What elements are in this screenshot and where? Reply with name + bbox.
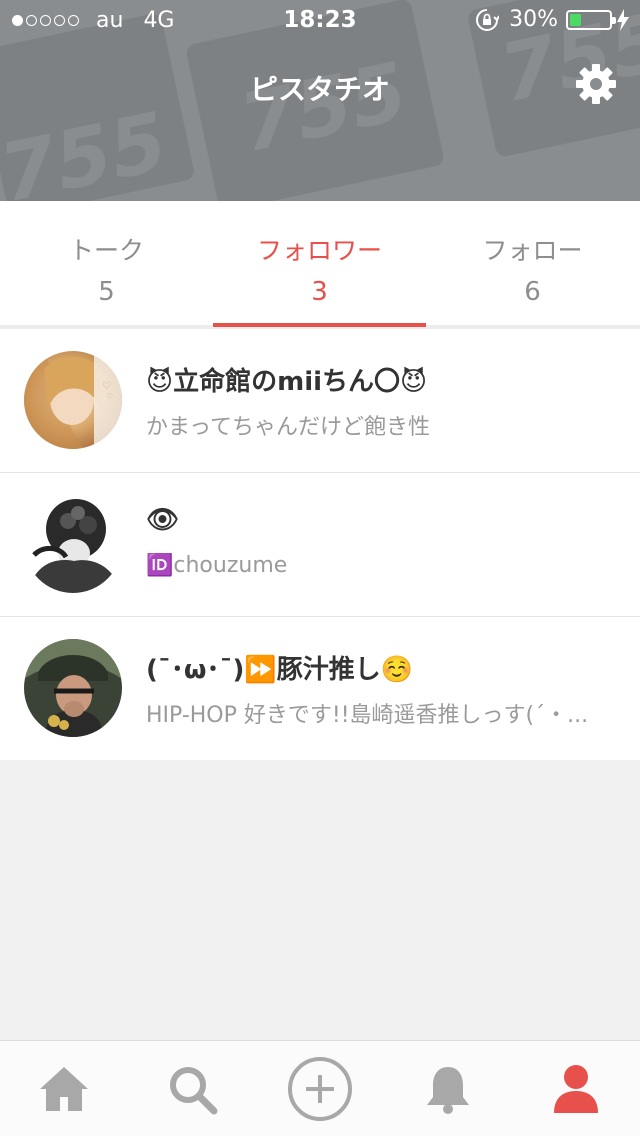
add-circle-icon[interactable] — [286, 1055, 354, 1123]
page-title: ピスタチオ — [249, 73, 390, 106]
list-item[interactable]: 👁 🆔chouzume — [0, 473, 640, 617]
rotation-lock-icon — [476, 8, 500, 31]
bell-icon[interactable] — [420, 1061, 476, 1117]
follower-name: 😈立命館のmiiちん〇😈 — [146, 367, 428, 397]
bottom-nav — [0, 1040, 640, 1136]
avatar[interactable] — [24, 495, 122, 593]
home-icon[interactable] — [36, 1061, 92, 1117]
tab-count: 5 — [98, 277, 115, 307]
follower-bio: HIP-HOP 好きです!!島崎遥香推しっす(´・... — [146, 703, 589, 728]
search-icon[interactable] — [164, 1061, 220, 1117]
active-tab-indicator — [213, 323, 426, 327]
tab-count: 6 — [524, 277, 541, 307]
avatar[interactable] — [24, 639, 122, 737]
svg-text:♡: ♡ — [106, 392, 113, 401]
follower-name: 👁 — [146, 505, 180, 535]
follower-list: ♡ ♡ 😈立命館のmiiちん〇😈 かまってちゃんだけど飽き性 👁 🆔chouzu… — [0, 329, 640, 760]
status-bar: au 4G 18:23 30% — [0, 0, 640, 40]
status-right: 30% — [475, 7, 630, 32]
list-item[interactable]: ♡ ♡ 😈立命館のmiiちん〇😈 かまってちゃんだけど飽き性 — [0, 329, 640, 473]
follower-name: (¯･ω･¯)⏩豚汁推し☺️ — [146, 655, 414, 685]
tab-followers[interactable]: フォロワー 3 — [213, 231, 426, 307]
profile-tabs: トーク 5 フォロワー 3 フォロー 6 — [0, 201, 640, 329]
battery-icon — [566, 9, 616, 30]
battery-level — [570, 13, 582, 26]
profile-icon[interactable] — [548, 1061, 604, 1117]
gear-icon[interactable] — [574, 62, 618, 106]
tab-label: トーク — [68, 236, 144, 265]
follower-bio: 🆔chouzume — [146, 553, 288, 578]
tab-label: フォロワー — [256, 236, 382, 265]
avatar[interactable]: ♡ ♡ — [24, 351, 122, 449]
profile-header: 755 755 755 au 4G 18:23 30% ピスタチオ — [0, 0, 640, 201]
tab-count: 3 — [311, 277, 328, 307]
follower-bio: かまってちゃんだけど飽き性 — [146, 415, 431, 440]
svg-text:♡: ♡ — [102, 381, 111, 392]
battery-percent: 30% — [509, 7, 558, 32]
charging-icon — [617, 8, 629, 31]
tab-following[interactable]: フォロー 6 — [426, 231, 639, 307]
tab-label: フォロー — [482, 236, 583, 265]
list-item[interactable]: (¯･ω･¯)⏩豚汁推し☺️ HIP-HOP 好きです!!島崎遥香推しっす(´・… — [0, 617, 640, 760]
tab-talk[interactable]: トーク 5 — [0, 231, 213, 307]
